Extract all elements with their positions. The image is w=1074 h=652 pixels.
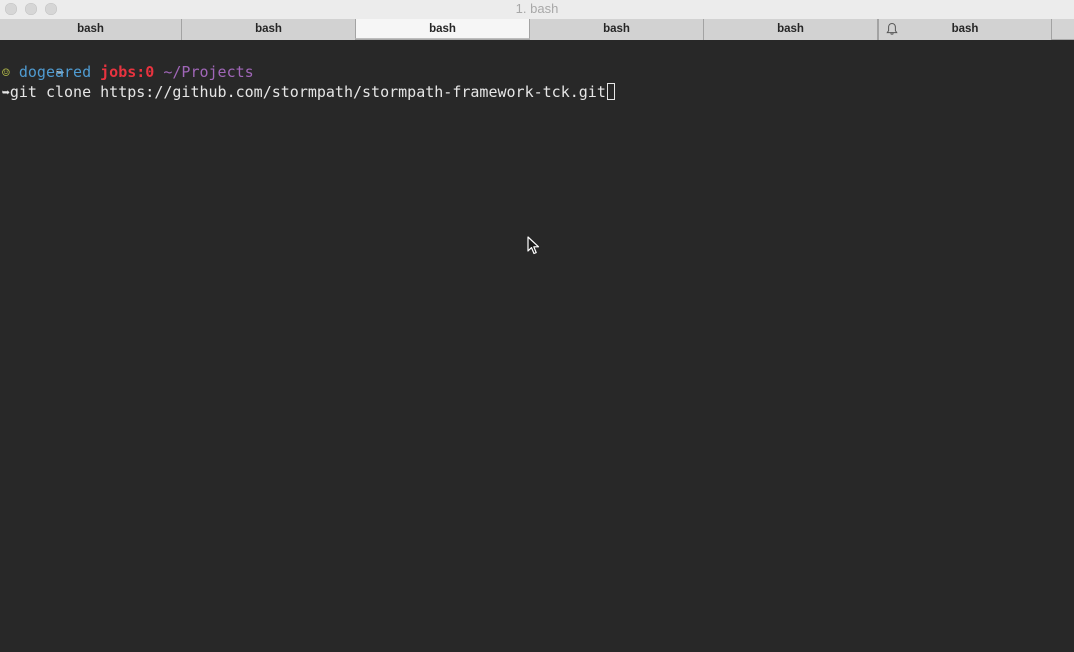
tab-label: bash: [603, 23, 630, 35]
terminal-content[interactable]: ➥ ☺ dogeared jobs:0 ~/Projects ➥git clon…: [0, 40, 1074, 652]
text-cursor: [606, 83, 615, 100]
tab-bash-4[interactable]: bash: [530, 19, 704, 40]
tab-bash-3-active[interactable]: bash: [355, 19, 530, 39]
bell-icon: [885, 22, 899, 36]
tab-bash-6[interactable]: bash: [878, 19, 1052, 40]
command-text: git clone https://github.com/stormpath/s…: [9, 83, 606, 101]
tab-label: bash: [951, 23, 979, 35]
prompt-line: ☺ dogeared jobs:0 ~/Projects: [2, 62, 254, 82]
tab-bash-1[interactable]: bash: [0, 19, 182, 40]
prompt-arrow-icon: ➥: [2, 86, 10, 101]
prompt-path: ~/Projects: [163, 63, 254, 81]
terminal-window: 1. bash bash bash bash bash bash bash ➥ …: [0, 0, 1074, 652]
tab-label: bash: [255, 23, 282, 35]
tab-label: bash: [429, 23, 456, 35]
tab-bar: bash bash bash bash bash bash: [0, 19, 1074, 40]
smiley-icon: ☺: [2, 66, 10, 81]
tab-label: bash: [777, 23, 804, 35]
prompt-hostname: dogeared: [18, 63, 92, 81]
mouse-pointer-icon: [527, 236, 541, 256]
command-line[interactable]: ➥git clone https://github.com/stormpath/…: [2, 82, 615, 102]
title-bar[interactable]: 1. bash: [0, 0, 1074, 19]
window-title: 1. bash: [515, 1, 559, 16]
tab-label: bash: [77, 23, 104, 35]
tab-bash-2[interactable]: bash: [182, 19, 356, 40]
tab-bash-5[interactable]: bash: [704, 19, 878, 40]
prompt-jobs: jobs:0: [100, 63, 155, 81]
terminal-line: ➥: [2, 42, 64, 81]
